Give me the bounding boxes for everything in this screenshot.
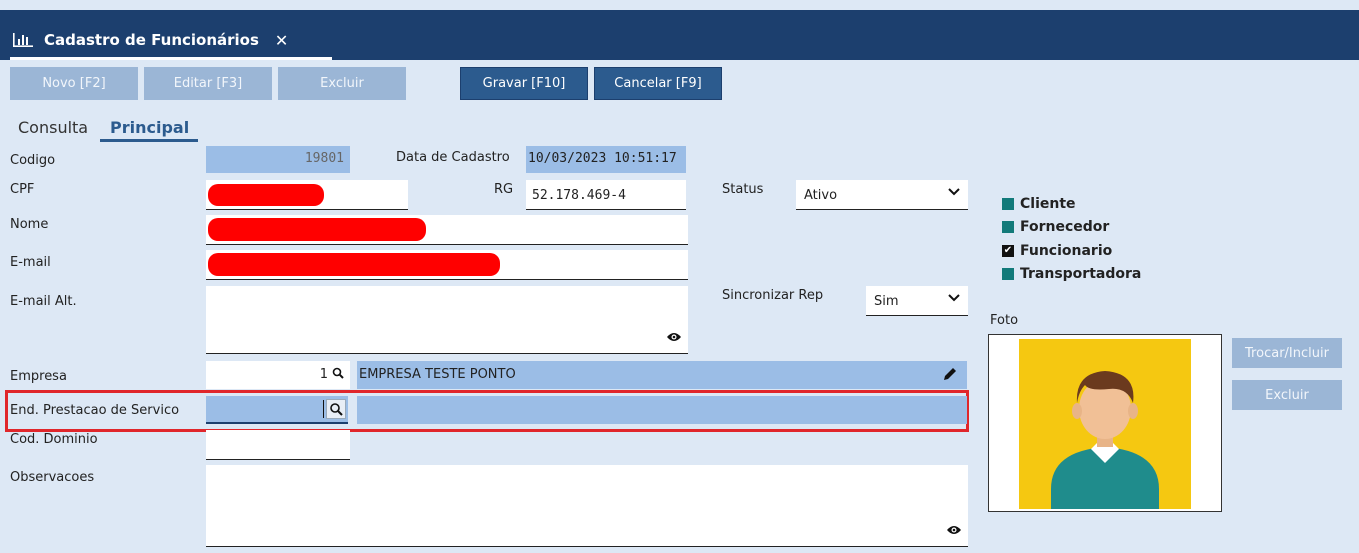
transportadora-label: Transportadora xyxy=(1020,266,1142,282)
chart-icon xyxy=(12,31,34,49)
codigo-field: 19801 xyxy=(206,146,350,173)
check-icon: ✔ xyxy=(1002,245,1014,257)
email-alt-field[interactable] xyxy=(206,286,688,354)
checkbox-icon xyxy=(1002,221,1014,233)
excluir-foto-button[interactable]: Excluir xyxy=(1232,380,1342,410)
tab-cadastro-funcionarios[interactable]: Cadastro de Funcionários ✕ xyxy=(10,20,332,60)
tab-principal-underline xyxy=(100,139,198,142)
sincronizar-value: Sim xyxy=(874,294,899,309)
redacted-block xyxy=(208,253,500,276)
person-icon xyxy=(1051,371,1159,509)
email-field[interactable] xyxy=(206,250,688,280)
trocar-incluir-button[interactable]: Trocar/Incluir xyxy=(1232,338,1342,368)
funcionario-label: Funcionario xyxy=(1020,243,1113,259)
empresa-name-value: EMPRESA TESTE PONTO xyxy=(359,367,516,382)
email-label: E-mail xyxy=(10,255,51,270)
checkbox-icon xyxy=(1002,198,1014,210)
cod-dominio-label: Cod. Dominio xyxy=(10,432,98,447)
end-prestacao-code-field[interactable] xyxy=(206,396,348,424)
text-cursor xyxy=(323,400,324,418)
observacoes-label: Observacoes xyxy=(10,470,95,485)
pencil-icon[interactable] xyxy=(941,365,959,387)
photo-frame xyxy=(988,334,1222,512)
fornecedor-label: Fornecedor xyxy=(1020,219,1110,235)
data-cadastro-field: 10/03/2023 10:51:17 xyxy=(526,146,686,173)
search-icon[interactable] xyxy=(332,367,344,383)
checkbox-icon xyxy=(1002,268,1014,280)
codigo-label: Codigo xyxy=(10,153,56,168)
novo-button[interactable]: Novo [F2] xyxy=(10,67,138,100)
data-cadastro-value: 10/03/2023 10:51:17 xyxy=(528,151,677,166)
excluir-button[interactable]: Excluir xyxy=(278,67,406,100)
tab-principal[interactable]: Principal xyxy=(110,118,189,137)
redacted-block xyxy=(208,218,426,241)
tab-underline xyxy=(10,57,332,60)
status-label: Status xyxy=(722,182,764,197)
rg-label: RG xyxy=(494,182,514,197)
sincronizar-select[interactable]: Sim xyxy=(866,286,968,316)
empresa-code-value: 1 xyxy=(319,367,328,382)
close-icon[interactable]: ✕ xyxy=(275,31,288,50)
search-icon[interactable] xyxy=(326,399,346,419)
chevron-down-icon xyxy=(948,291,960,307)
eye-icon[interactable] xyxy=(666,331,682,347)
avatar xyxy=(1019,339,1191,509)
checkbox-transportadora[interactable]: Transportadora xyxy=(1002,266,1141,282)
rg-value: 52.178.469-4 xyxy=(532,188,626,203)
rg-field[interactable]: 52.178.469-4 xyxy=(526,180,686,210)
editar-button[interactable]: Editar [F3] xyxy=(144,67,272,100)
checkbox-fornecedor[interactable]: Fornecedor xyxy=(1002,219,1109,235)
sincronizar-label: Sincronizar Rep xyxy=(722,288,824,303)
tab-title: Cadastro de Funcionários xyxy=(44,31,259,49)
cliente-label: Cliente xyxy=(1020,196,1076,212)
cpf-field[interactable] xyxy=(206,180,408,210)
empresa-label: Empresa xyxy=(10,369,67,384)
gravar-button[interactable]: Gravar [F10] xyxy=(460,67,588,100)
observacoes-field[interactable] xyxy=(206,465,968,547)
cancelar-button[interactable]: Cancelar [F9] xyxy=(594,67,722,100)
cod-dominio-field[interactable] xyxy=(206,430,350,460)
foto-label: Foto xyxy=(990,313,1019,328)
checkbox-cliente[interactable]: Cliente xyxy=(1002,196,1076,212)
eye-icon[interactable] xyxy=(946,524,962,540)
codigo-value: 19801 xyxy=(304,151,344,166)
end-prestacao-label: End. Prestacao de Servico xyxy=(10,403,180,418)
cpf-label: CPF xyxy=(10,182,35,197)
redacted-block xyxy=(208,184,324,206)
email-alt-label: E-mail Alt. xyxy=(10,294,77,309)
nome-label: Nome xyxy=(10,217,49,232)
checkbox-funcionario[interactable]: ✔ Funcionario xyxy=(1002,243,1112,259)
end-prestacao-name-field xyxy=(357,396,967,424)
nome-field[interactable] xyxy=(206,215,688,245)
empresa-code-field[interactable]: 1 xyxy=(206,361,350,389)
tab-consulta[interactable]: Consulta xyxy=(18,118,88,137)
status-value: Ativo xyxy=(804,188,838,203)
status-select[interactable]: Ativo xyxy=(796,180,968,210)
empresa-name-field: EMPRESA TESTE PONTO xyxy=(357,361,967,389)
chevron-down-icon xyxy=(948,185,960,201)
data-cadastro-label: Data de Cadastro xyxy=(396,150,510,165)
